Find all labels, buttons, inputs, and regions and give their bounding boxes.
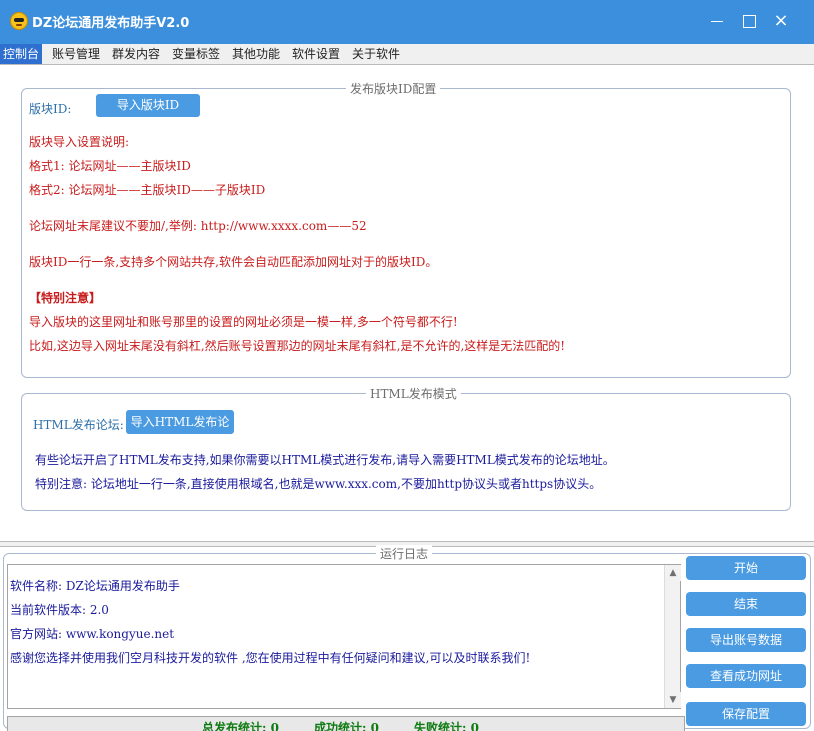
html-info-line: 特别注意: 论坛地址一行一条,直接使用根域名,也就是www.xxx.com,不要… bbox=[35, 477, 602, 491]
stop-button[interactable]: 结束 bbox=[686, 592, 806, 616]
forum-id-config-group: 发布版块ID配置 版块ID: 导入版块ID 版块导入设置说明: 格式1: 论坛网… bbox=[21, 80, 791, 378]
tab-mass-content[interactable]: 群发内容 bbox=[109, 44, 163, 64]
scroll-up-arrow-icon[interactable]: ▲ bbox=[665, 565, 681, 581]
instruction-line: 格式2: 论坛网址——主版块ID——子版块ID bbox=[29, 183, 266, 197]
instruction-line: 版块导入设置说明: bbox=[29, 135, 130, 149]
import-html-forum-button[interactable]: 导入HTML发布论坛 bbox=[126, 410, 234, 453]
fail-count: 失败统计: 0 bbox=[414, 721, 479, 731]
instruction-line: 导入版块的这里网址和账号那里的设置的网址必须是一模一样,多一个符号都不行! bbox=[29, 315, 458, 329]
save-config-button[interactable]: 保存配置 bbox=[686, 702, 806, 726]
import-forum-id-button[interactable]: 导入版块ID bbox=[96, 94, 200, 117]
log-line: 感谢您选择并使用我们空月科技开发的软件 ,您在使用过程中有任何疑问和建议,可以及… bbox=[10, 651, 531, 665]
tab-bar: 控制台 账号管理 群发内容 变量标签 其他功能 软件设置 关于软件 bbox=[0, 44, 814, 64]
run-log-group: 运行日志 软件名称: DZ论坛通用发布助手 当前软件版本: 2.0 官方网站: … bbox=[3, 545, 811, 731]
tab-other-functions[interactable]: 其他功能 bbox=[229, 44, 283, 64]
forum-id-label: 版块ID: bbox=[29, 102, 72, 116]
tab-about[interactable]: 关于软件 bbox=[349, 44, 403, 64]
group-title: HTML发布模式 bbox=[366, 385, 461, 402]
group-title: 发布版块ID配置 bbox=[346, 80, 441, 97]
sunglasses-emoji-icon bbox=[10, 12, 28, 30]
window-title: DZ论坛通用发布助手V2.0 bbox=[32, 16, 190, 31]
log-scrollbar[interactable]: ▲ ▼ bbox=[664, 565, 681, 708]
console-panel: 发布版块ID配置 版块ID: 导入版块ID 版块导入设置说明: 格式1: 论坛网… bbox=[0, 64, 814, 542]
group-title: 运行日志 bbox=[376, 545, 433, 562]
html-info-line: 有些论坛开启了HTML发布支持,如果你需要以HTML模式进行发布,请导入需要HT… bbox=[35, 453, 615, 467]
total-publish-count: 总发布统计: 0 bbox=[202, 721, 279, 731]
log-panel: 运行日志 软件名称: DZ论坛通用发布助手 当前软件版本: 2.0 官方网站: … bbox=[0, 545, 814, 731]
instruction-line: 论坛网址末尾建议不要加/,举例: http://www.xxxx.com——52 bbox=[29, 219, 367, 233]
minimize-button[interactable] bbox=[700, 6, 734, 36]
export-account-data-button[interactable]: 导出账号数据 bbox=[686, 628, 806, 652]
close-button[interactable]: × bbox=[764, 6, 798, 36]
success-count: 成功统计: 0 bbox=[314, 721, 379, 731]
scroll-down-arrow-icon[interactable]: ▼ bbox=[665, 692, 681, 708]
html-mode-group: HTML发布模式 HTML发布论坛: 导入HTML发布论坛 有些论坛开启了HTM… bbox=[21, 385, 791, 511]
title-bar: DZ论坛通用发布助手V2.0 × bbox=[0, 0, 814, 44]
tab-variable-tags[interactable]: 变量标签 bbox=[169, 44, 223, 64]
special-note-heading: 【特别注意】 bbox=[29, 291, 102, 305]
view-success-urls-button[interactable]: 查看成功网址 bbox=[686, 664, 806, 688]
log-line: 官方网站: www.kongyue.net bbox=[10, 627, 175, 641]
html-forum-label: HTML发布论坛: bbox=[33, 418, 124, 432]
tab-settings[interactable]: 软件设置 bbox=[289, 44, 343, 64]
log-line: 软件名称: DZ论坛通用发布助手 bbox=[10, 579, 180, 593]
tab-accounts[interactable]: 账号管理 bbox=[49, 44, 103, 64]
instruction-line: 比如,这边导入网址末尾没有斜杠,然后账号设置那边的网址末尾有斜杠,是不允许的,这… bbox=[29, 339, 566, 353]
log-line: 当前软件版本: 2.0 bbox=[10, 603, 109, 617]
log-textbox[interactable]: 软件名称: DZ论坛通用发布助手 当前软件版本: 2.0 官方网站: www.k… bbox=[7, 564, 681, 709]
instruction-line: 格式1: 论坛网址——主版块ID bbox=[29, 159, 191, 173]
maximize-button[interactable] bbox=[732, 6, 766, 36]
tab-console[interactable]: 控制台 bbox=[0, 44, 43, 64]
instruction-line: 版块ID一行一条,支持多个网站共存,软件会自动匹配添加网址对于的版块ID。 bbox=[29, 255, 438, 269]
stats-bar: 总发布统计: 0 成功统计: 0 失败统计: 0 bbox=[7, 716, 685, 731]
start-button[interactable]: 开始 bbox=[686, 556, 806, 580]
